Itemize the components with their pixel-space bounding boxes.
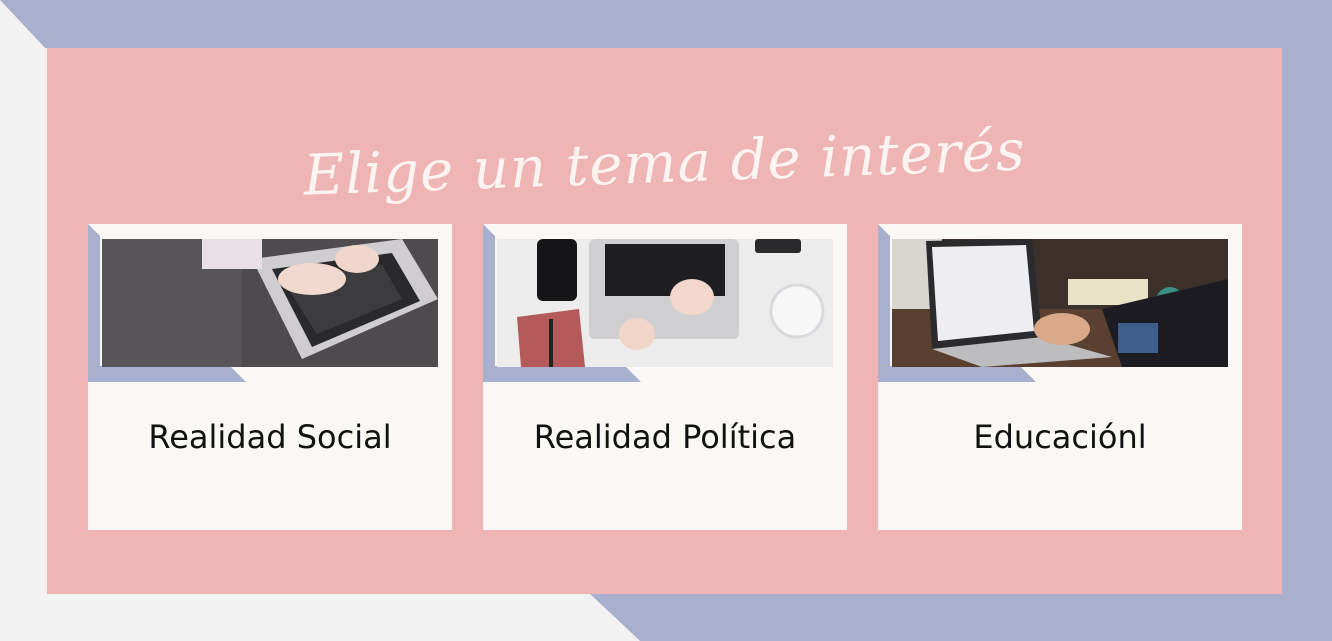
topic-card-realidad-social[interactable]: Realidad Social <box>88 224 452 530</box>
card-label: Realidad Social <box>148 418 392 456</box>
card-label: Realidad Política <box>533 418 797 456</box>
topic-card-realidad-politica[interactable]: Realidad Política <box>483 224 847 530</box>
card-label: Educaciónl <box>973 418 1147 456</box>
card-image-laptop-sofa <box>102 239 438 367</box>
topic-card-educacion[interactable]: Educaciónl <box>878 224 1242 530</box>
page-title: Elige un tema de interés <box>302 118 1027 209</box>
card-image-laptop-desk <box>497 239 833 367</box>
card-image-laptop-wood <box>892 239 1228 367</box>
